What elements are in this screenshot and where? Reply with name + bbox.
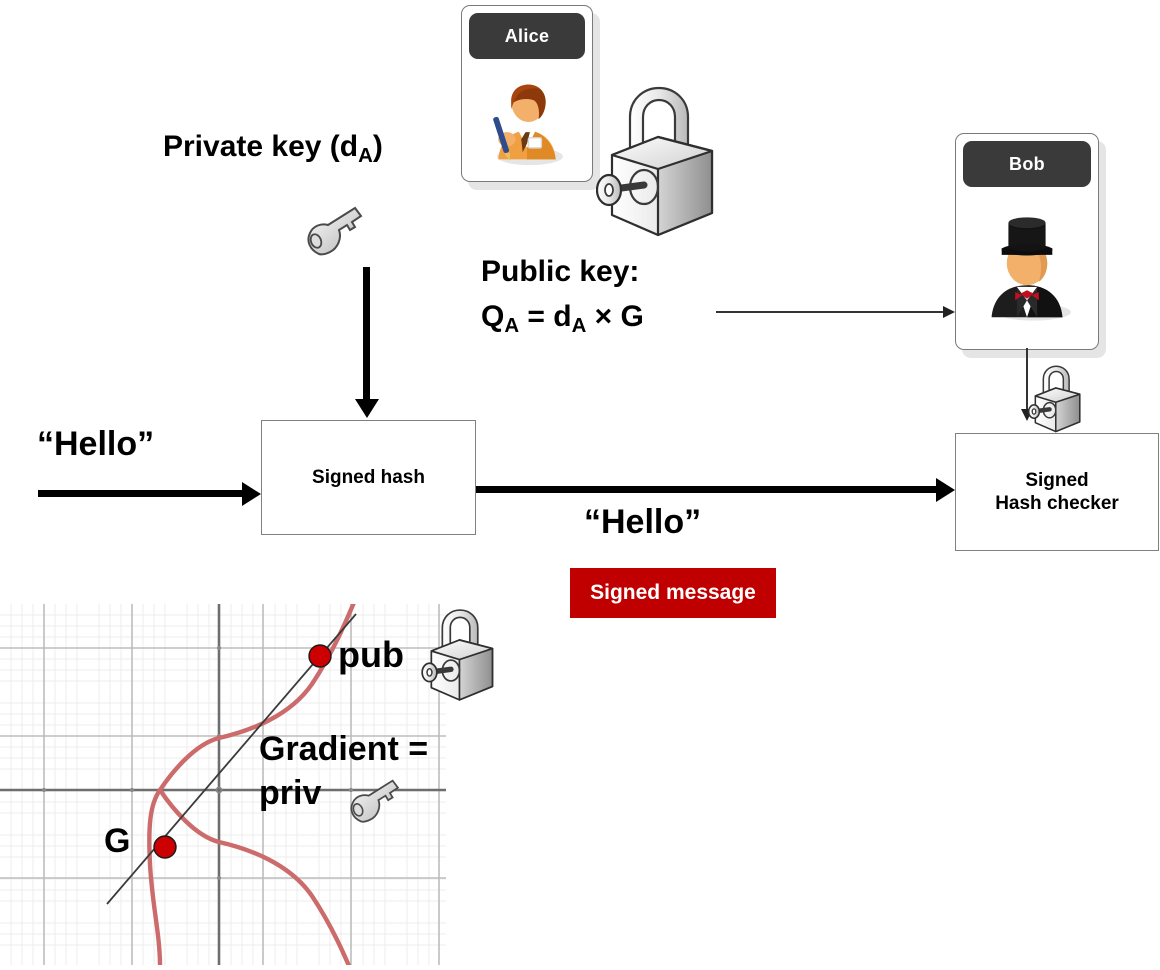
hash-checker-box: Signed Hash checker bbox=[955, 433, 1159, 551]
alice-name-header: Alice bbox=[469, 13, 585, 59]
point-g-marker bbox=[153, 835, 177, 859]
alice-padlock-icon bbox=[595, 65, 730, 250]
formula-eq: = bbox=[519, 300, 554, 333]
private-key-to-signed-hash-arrow bbox=[354, 267, 379, 418]
signed-message-badge-label: Signed message bbox=[590, 581, 756, 604]
private-key-label-text: Private key (d bbox=[163, 130, 359, 163]
alice-avatar-area bbox=[462, 62, 592, 181]
private-key-subscript: A bbox=[358, 145, 373, 168]
public-key-to-bob-arrow bbox=[716, 305, 955, 318]
formula-q-sub: A bbox=[504, 315, 520, 338]
point-pub-marker bbox=[308, 644, 332, 668]
formula-q: Q bbox=[481, 300, 505, 333]
signed-message-badge: Signed message bbox=[570, 568, 776, 618]
hash-checker-line2: Hash checker bbox=[995, 493, 1119, 514]
formula-g: G bbox=[620, 300, 644, 333]
woman-writing-avatar-icon bbox=[493, 84, 563, 165]
public-key-formula: QA = dA × G bbox=[481, 300, 644, 338]
hello-middle-label: “Hello” bbox=[584, 503, 702, 541]
hello-left-label: “Hello” bbox=[37, 425, 155, 463]
signed-hash-box: Signed hash bbox=[261, 420, 476, 535]
bob-padlock-icon bbox=[1027, 356, 1088, 441]
private-key-icon bbox=[296, 196, 372, 271]
hello-input-arrow bbox=[38, 481, 261, 506]
bob-name-header: Bob bbox=[963, 141, 1091, 187]
bob-card: Bob bbox=[955, 133, 1099, 350]
man-top-hat-avatar-icon bbox=[991, 216, 1071, 321]
alice-card: Alice bbox=[461, 5, 593, 182]
gradient-label-line2: priv bbox=[259, 774, 322, 812]
formula-d-sub: A bbox=[571, 315, 587, 338]
public-key-title: Public key: bbox=[481, 255, 640, 288]
private-key-label: Private key (dA) bbox=[163, 130, 383, 168]
priv-key-icon bbox=[336, 770, 412, 837]
gradient-label-line1: Gradient = bbox=[259, 730, 429, 768]
point-pub-label: pub bbox=[338, 634, 404, 675]
signed-hash-box-label: Signed hash bbox=[312, 466, 425, 488]
hash-checker-line1: Signed bbox=[1025, 469, 1089, 491]
bob-avatar-area bbox=[956, 190, 1098, 349]
signed-message-arrow bbox=[470, 477, 955, 502]
formula-d: d bbox=[553, 300, 572, 333]
formula-times: × bbox=[586, 300, 621, 333]
curve-padlock-icon bbox=[415, 596, 510, 711]
point-g-label: G bbox=[104, 822, 131, 860]
private-key-label-suffix: ) bbox=[372, 130, 383, 163]
